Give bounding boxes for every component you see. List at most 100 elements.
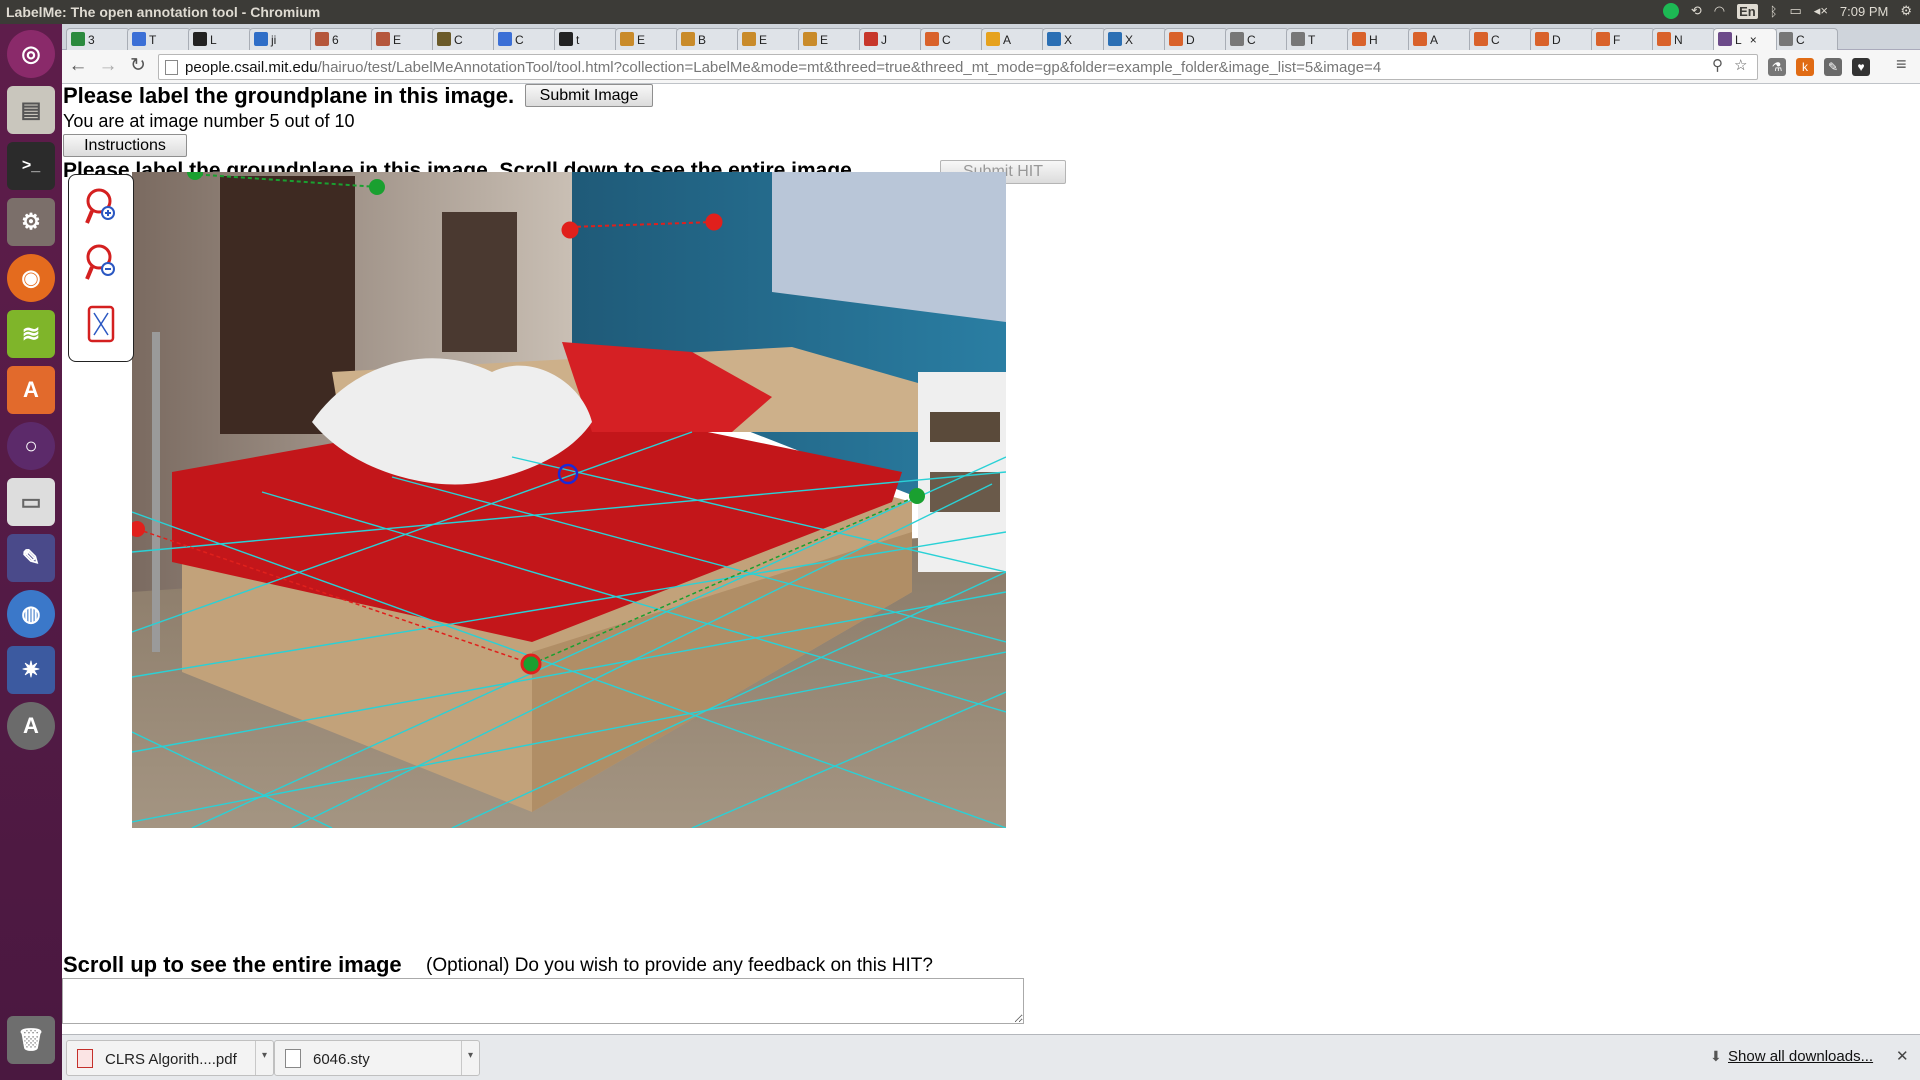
menu-icon[interactable]: ≡ [1896,54,1907,75]
submit-image-button[interactable]: Submit Image [525,84,653,107]
tab-label: D [1186,33,1195,47]
browser-tab[interactable]: H [1347,28,1411,50]
keyboard-layout[interactable]: En [1737,3,1758,19]
green-control-point[interactable] [369,179,385,195]
image-progress-text: You are at image number 5 out of 10 [63,111,355,131]
text-editor-icon[interactable]: ✎ [7,534,55,582]
browser-tab[interactable]: X [1042,28,1106,50]
browser-tab[interactable]: E [615,28,679,50]
sync-icon[interactable]: ⟲ [1691,3,1702,19]
chromium-icon[interactable]: ◍ [7,590,55,638]
volume-icon[interactable]: ◂× [1814,3,1828,19]
tab-favicon-icon [864,32,878,46]
browser-tab[interactable]: N [1652,28,1716,50]
shelf-books-1 [930,412,1000,442]
browser-tab[interactable]: J [859,28,923,50]
ubuntu-dash-icon[interactable]: ◎ [7,30,55,78]
close-shelf-icon[interactable]: ✕ [1896,1047,1909,1065]
zoom-in-icon[interactable] [83,185,119,227]
green-control-point[interactable] [909,488,925,504]
settings-gear-icon[interactable]: ⚙ [1900,3,1912,19]
download-menu-chevron-icon[interactable]: ▾ [461,1041,479,1075]
tab-favicon-icon [376,32,390,46]
browser-tab[interactable]: L × [1713,28,1777,50]
show-all-downloads-link[interactable]: Show all downloads... [1728,1048,1873,1065]
reload-button[interactable]: ↻ [126,55,150,79]
spotify-icon[interactable]: ≋ [7,310,55,358]
clock[interactable]: 7:09 PM [1840,4,1888,19]
browser-tab[interactable]: E [798,28,862,50]
firefox-icon[interactable]: ◉ [7,254,55,302]
spotify-tray-icon[interactable] [1662,3,1679,19]
extension-3-icon[interactable]: ✎ [1824,58,1842,76]
extension-k-icon[interactable]: k [1796,58,1814,76]
system-settings-icon[interactable]: ⚙ [7,198,55,246]
zoom-out-icon[interactable] [83,241,119,283]
red-control-point[interactable] [705,213,723,231]
poster-left [220,176,355,434]
browser-tab[interactable]: B [676,28,740,50]
files-icon[interactable]: ▤ [7,86,55,134]
browser-tab[interactable]: C [920,28,984,50]
trash-icon[interactable]: 🗑 [7,1016,55,1064]
browser-tab[interactable]: T [127,28,191,50]
browser-tab[interactable]: T [1286,28,1350,50]
browser-tab[interactable]: C [493,28,557,50]
browser-tab[interactable]: A [1408,28,1472,50]
tab-label: L [1735,33,1742,47]
browser-tab[interactable]: D [1164,28,1228,50]
tab-label: E [637,33,646,47]
tab-label: C [1796,33,1805,47]
green-control-point[interactable] [520,653,542,675]
bookmark-star-icon[interactable]: ☆ [1734,56,1747,74]
red-control-point[interactable] [561,221,579,239]
software-center-icon[interactable]: A [7,366,55,414]
annotation-canvas[interactable] [132,172,1006,828]
instructions-button[interactable]: Instructions [63,134,187,157]
zoom-magnifier-icon[interactable]: ⚲ [1712,56,1723,74]
shutter-icon[interactable]: ✷ [7,646,55,694]
browser-tab[interactable]: C [1774,28,1838,50]
browser-tab[interactable]: C [1469,28,1533,50]
battery-icon[interactable]: ▭ [1790,3,1802,19]
download-item-sty[interactable]: 6046.sty ▾ [274,1040,480,1076]
pocket-icon[interactable]: ♥ [1852,58,1870,76]
browser-tab[interactable]: X [1103,28,1167,50]
tab-favicon-icon [742,32,756,46]
browser-tab[interactable]: t [554,28,618,50]
browser-tab[interactable]: D [1530,28,1594,50]
tab-favicon-icon [1413,32,1427,46]
file-icon [285,1049,301,1068]
bluetooth-icon[interactable]: ᛒ [1770,4,1778,19]
software-updater-icon[interactable]: A [7,702,55,750]
unity-tweak-icon[interactable]: ○ [7,422,55,470]
browser-tab[interactable]: C [1225,28,1289,50]
browser-tab[interactable]: 3 [66,28,130,50]
forward-button[interactable]: → [96,55,120,79]
wifi-icon[interactable]: ◠ [1714,3,1725,19]
tab-close-icon[interactable]: × [1750,33,1757,47]
browser-tab[interactable]: E [737,28,801,50]
scene-image[interactable] [132,172,1006,828]
back-button[interactable]: ← [66,55,90,79]
feedback-textarea[interactable] [62,978,1024,1024]
fit-to-screen-icon[interactable] [83,303,119,345]
tab-favicon-icon [1047,32,1061,46]
launcher: ◎ ▤ >_ ⚙ ◉ ≋ A ○ ▭ ✎ ◍ ✷ A 🗑 [0,24,62,1080]
browser-tab[interactable]: C [432,28,496,50]
download-menu-chevron-icon[interactable]: ▾ [255,1041,273,1075]
browser-tab[interactable]: L [188,28,252,50]
tab-favicon-icon [986,32,1000,46]
terminal-icon[interactable]: >_ [7,142,55,190]
address-bar[interactable]: people.csail.mit.edu/hairuo/test/LabelMe… [158,54,1758,80]
browser-tab[interactable]: A [981,28,1045,50]
download-item-pdf[interactable]: CLRS Algorith....pdf ▾ [66,1040,274,1076]
browser-tab[interactable]: ji [249,28,313,50]
tab-favicon-icon [315,32,329,46]
browser-tab[interactable]: F [1591,28,1655,50]
tab-label: E [759,33,768,47]
extension-1-icon[interactable]: ⚗ [1768,58,1786,76]
browser-tab[interactable]: 6 [310,28,374,50]
drive-icon[interactable]: ▭ [7,478,55,526]
browser-tab[interactable]: E [371,28,435,50]
